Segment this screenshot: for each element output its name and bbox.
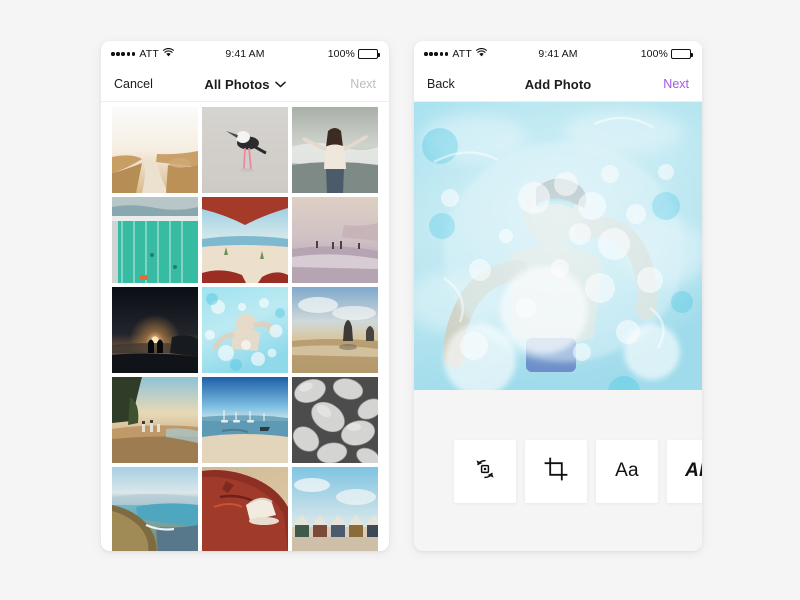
rotate-icon xyxy=(472,456,498,487)
page-title: All Photos xyxy=(204,76,270,92)
phone-photo-editor: ATT 9:41 AM 100% Back Add Photo Next Aa … xyxy=(414,41,702,551)
status-battery-group: 100% xyxy=(327,48,380,60)
status-battery-group-right: 100% xyxy=(640,48,693,60)
photo-thumb-p4[interactable] xyxy=(112,197,198,283)
photo-thumb-p2[interactable] xyxy=(202,107,288,193)
photo-thumb-p12[interactable] xyxy=(292,377,378,463)
wifi-icon xyxy=(163,48,174,60)
battery-percent-label: 100% xyxy=(640,48,668,60)
photo-thumb-p10[interactable] xyxy=(112,377,198,463)
cancel-button[interactable]: Cancel xyxy=(114,77,153,91)
wifi-icon xyxy=(476,48,487,60)
crop-tool-button[interactable] xyxy=(525,439,587,503)
status-signal-group: ATT xyxy=(111,48,174,60)
photo-thumb-p6[interactable] xyxy=(292,197,378,283)
photo-grid xyxy=(101,107,389,551)
hero-photo-preview[interactable] xyxy=(414,102,702,390)
signal-dots-icon xyxy=(424,52,449,56)
photo-thumb-p3[interactable] xyxy=(292,107,378,193)
photo-grid-scroll[interactable] xyxy=(101,102,389,551)
next-button[interactable]: Next xyxy=(663,77,689,91)
carrier-label: ATT xyxy=(139,48,159,60)
tool-row: Aa Ab xyxy=(454,439,702,503)
text-style-tool-button[interactable]: Ab xyxy=(667,439,702,503)
chevron-down-icon xyxy=(274,75,286,93)
status-signal-group-right: ATT xyxy=(424,48,487,60)
carrier-label: ATT xyxy=(452,48,472,60)
photo-thumb-p15[interactable] xyxy=(292,467,378,551)
photo-thumb-p5[interactable] xyxy=(202,197,288,283)
editor-title-wrap: Add Photo xyxy=(414,77,702,92)
status-bar-right: ATT 9:41 AM 100% xyxy=(414,41,702,67)
text-tool-label: Aa xyxy=(615,460,639,481)
photo-thumb-p7[interactable] xyxy=(112,287,198,373)
text-style-tool-label: Ab xyxy=(685,460,702,481)
mockup-canvas: ATT 9:41 AM 100% Cancel All Photos Next … xyxy=(0,0,800,600)
editor-toolbar-area: Aa Ab xyxy=(414,390,702,551)
page-title: Add Photo xyxy=(524,76,592,92)
crop-icon xyxy=(543,456,569,487)
battery-percent-label: 100% xyxy=(327,48,355,60)
text-tool-button[interactable]: Aa xyxy=(596,439,658,503)
battery-full-icon xyxy=(358,49,380,59)
phone-photo-picker: ATT 9:41 AM 100% Cancel All Photos Next xyxy=(101,41,389,551)
signal-dots-icon xyxy=(111,52,136,56)
rotate-tool-button[interactable] xyxy=(454,439,516,503)
photo-thumb-p11[interactable] xyxy=(202,377,288,463)
battery-full-icon xyxy=(671,49,693,59)
photo-thumb-p13[interactable] xyxy=(112,467,198,551)
next-button[interactable]: Next xyxy=(350,77,376,91)
status-bar-left: ATT 9:41 AM 100% xyxy=(101,41,389,67)
swimmer-hero-art xyxy=(414,102,702,390)
back-button[interactable]: Back xyxy=(427,77,455,91)
photo-thumb-p1[interactable] xyxy=(112,107,198,193)
nav-bar-picker: Cancel All Photos Next xyxy=(101,67,389,102)
photo-thumb-p8[interactable] xyxy=(202,287,288,373)
photo-thumb-p9[interactable] xyxy=(292,287,378,373)
photo-thumb-p14[interactable] xyxy=(202,467,288,551)
nav-bar-editor: Back Add Photo Next xyxy=(414,67,702,102)
